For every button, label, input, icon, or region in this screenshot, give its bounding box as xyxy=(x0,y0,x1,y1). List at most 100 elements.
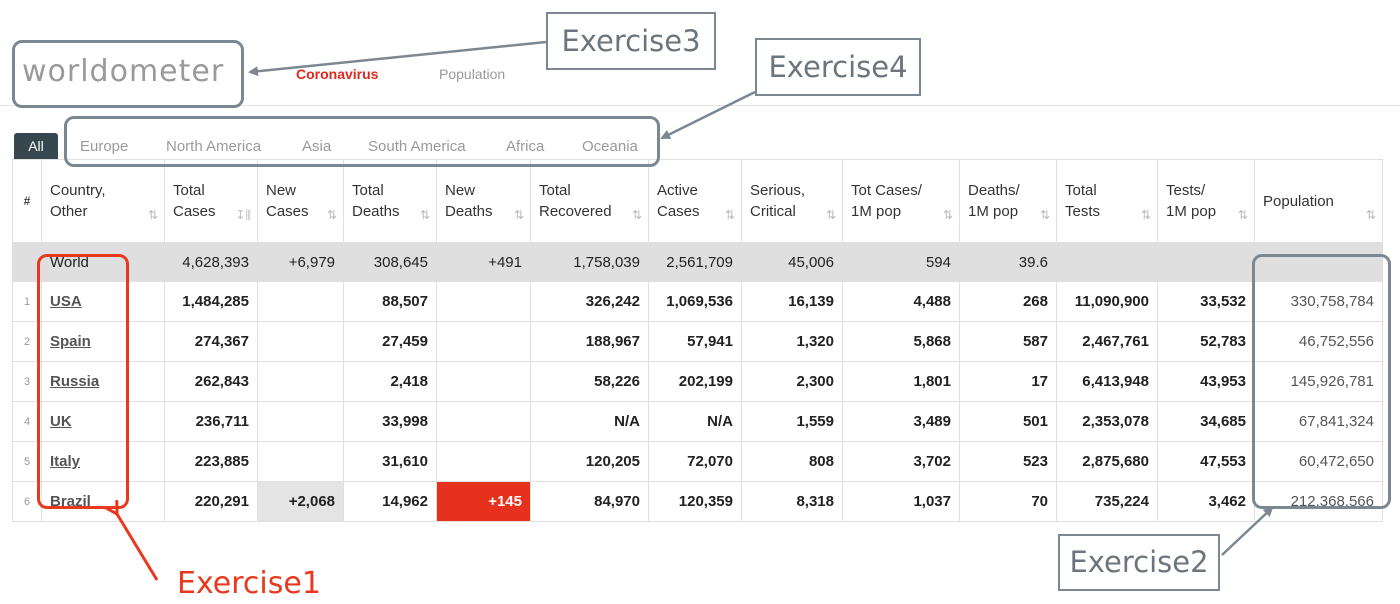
column-header-rank[interactable]: # xyxy=(12,159,42,243)
column-header-tot-cases-per-1m[interactable]: Tot Cases/1M pop ⇅ xyxy=(842,159,960,243)
column-header-serious-critical[interactable]: Serious, Critical ⇅ xyxy=(741,159,843,243)
cell-total-recovered: N/A xyxy=(530,401,649,442)
sort-icon[interactable]: ⇅ xyxy=(943,205,953,226)
cell-total-recovered: 326,242 xyxy=(530,281,649,322)
cell-tot-cases-per-1m: 1,801 xyxy=(842,361,960,402)
sort-icon[interactable]: ⇅ xyxy=(632,205,642,226)
sort-icon[interactable]: ⇅ xyxy=(514,205,524,226)
column-header-line1: Country, xyxy=(50,182,106,199)
exercise4-label: Exercise4 xyxy=(755,38,921,96)
exercise4-highlight-box xyxy=(64,116,660,167)
cell-total-cases: 4,628,393 xyxy=(164,242,258,282)
sort-icon[interactable]: ↧⫼ xyxy=(235,205,251,226)
cell-tests-per-1m: 3,462 xyxy=(1157,481,1255,522)
table-row: 4 UK 236,711 33,998 N/A N/A 1,559 3,489 501 2,353… xyxy=(12,401,1383,442)
sort-icon[interactable]: ⇅ xyxy=(1040,205,1050,226)
column-header-new-deaths[interactable]: New Deaths ⇅ xyxy=(436,159,531,243)
tab-all[interactable]: All xyxy=(14,133,58,159)
cell-tot-cases-per-1m: 3,489 xyxy=(842,401,960,442)
column-header-line2: 1M pop xyxy=(1166,203,1217,220)
column-header-line1: # xyxy=(23,193,31,208)
exercise2-highlight-box xyxy=(1252,254,1391,509)
column-header-active-cases[interactable]: Active Cases ⇅ xyxy=(648,159,742,243)
sort-icon[interactable]: ⇅ xyxy=(148,205,158,226)
sort-icon[interactable]: ⇅ xyxy=(420,205,430,226)
cell-tot-cases-per-1m: 5,868 xyxy=(842,321,960,362)
cell-total-deaths: 33,998 xyxy=(343,401,437,442)
cell-total-cases: 220,291 xyxy=(164,481,258,522)
column-header-new-cases[interactable]: New Cases ⇅ xyxy=(257,159,344,243)
cell-active-cases: 1,069,536 xyxy=(648,281,742,322)
column-header-line1: Total xyxy=(539,182,571,199)
sort-icon[interactable]: ⇅ xyxy=(1238,205,1248,226)
sort-icon[interactable]: ⇅ xyxy=(327,205,337,226)
cell-total-deaths: 27,459 xyxy=(343,321,437,362)
cell-serious-critical: 45,006 xyxy=(741,242,843,282)
cell-active-cases: 57,941 xyxy=(648,321,742,362)
column-header-population[interactable]: Population ⇅ xyxy=(1254,159,1383,243)
column-header-line1: Deaths/ xyxy=(968,182,1020,199)
cell-total-deaths: 308,645 xyxy=(343,242,437,282)
column-header-line2: Recovered xyxy=(539,203,612,220)
column-header-deaths-per-1m[interactable]: Deaths/1M pop ⇅ xyxy=(959,159,1057,243)
column-header-line2: 1M pop xyxy=(851,203,902,220)
covid-table: # Country, Other ⇅ Total Cases ↧⫼ New Cases ⇅ Tota… xyxy=(12,159,1383,522)
cell-deaths-per-1m: 17 xyxy=(959,361,1057,402)
column-header-line2: Tests xyxy=(1065,203,1101,220)
column-header-total-tests[interactable]: Total Tests ⇅ xyxy=(1056,159,1158,243)
table-row: 6 Brazil 220,291 +2,068 14,962 +145 84,970 120,… xyxy=(12,481,1383,522)
sort-icon[interactable]: ⇅ xyxy=(1141,205,1151,226)
cell-new-cases xyxy=(257,441,344,482)
cell-tests-per-1m: 34,685 xyxy=(1157,401,1255,442)
cell-total-cases: 274,367 xyxy=(164,321,258,362)
cell-tests-per-1m: 43,953 xyxy=(1157,361,1255,402)
column-header-line2: Other xyxy=(50,203,88,220)
column-header-line2: Critical xyxy=(750,203,796,220)
cell-total-tests xyxy=(1056,242,1158,282)
cell-total-deaths: 88,507 xyxy=(343,281,437,322)
cell-total-recovered: 1,758,039 xyxy=(530,242,649,282)
cell-serious-critical: 16,139 xyxy=(741,281,843,322)
cell-new-cases xyxy=(257,281,344,322)
cell-total-tests: 735,224 xyxy=(1056,481,1158,522)
sort-icon[interactable]: ⇅ xyxy=(725,205,735,226)
sort-icon[interactable]: ⇅ xyxy=(826,205,836,226)
cell-tot-cases-per-1m: 3,702 xyxy=(842,441,960,482)
column-header-line2: Deaths xyxy=(352,203,400,220)
column-header-tests-per-1m[interactable]: Tests/1M pop ⇅ xyxy=(1157,159,1255,243)
world-total-row: World 4,628,393 +6,979 308,645 +491 1,758,039… xyxy=(12,242,1383,282)
table-row: 5 Italy 223,885 31,610 120,205 72,070 808 3,702… xyxy=(12,441,1383,482)
exercise1-highlight-box xyxy=(37,254,129,509)
cell-serious-critical: 1,320 xyxy=(741,321,843,362)
table-row: 2 Spain 274,367 27,459 188,967 57,941 1,320 5,8… xyxy=(12,321,1383,362)
nav-coronavirus-link[interactable]: Coronavirus xyxy=(296,66,378,82)
cell-active-cases: 72,070 xyxy=(648,441,742,482)
exercise4-arrow xyxy=(660,90,756,140)
cell-new-deaths xyxy=(436,321,531,362)
cell-tot-cases-per-1m: 4,488 xyxy=(842,281,960,322)
column-header-total-recovered[interactable]: Total Recovered ⇅ xyxy=(530,159,649,243)
cell-total-recovered: 58,226 xyxy=(530,361,649,402)
exercise1-arrow xyxy=(117,514,159,581)
cell-total-deaths: 31,610 xyxy=(343,441,437,482)
column-header-total-cases[interactable]: Total Cases ↧⫼ xyxy=(164,159,258,243)
cell-total-tests: 6,413,948 xyxy=(1056,361,1158,402)
nav-population-link[interactable]: Population xyxy=(439,66,505,82)
cell-new-cases xyxy=(257,361,344,402)
cell-total-tests: 11,090,900 xyxy=(1056,281,1158,322)
column-header-country[interactable]: Country, Other ⇅ xyxy=(41,159,165,243)
column-header-line2: 1M pop xyxy=(968,203,1019,220)
exercise2-label: Exercise2 xyxy=(1058,534,1220,591)
cell-deaths-per-1m: 523 xyxy=(959,441,1057,482)
column-header-total-deaths[interactable]: Total Deaths ⇅ xyxy=(343,159,437,243)
cell-new-cases: +6,979 xyxy=(257,242,344,282)
column-header-line1: Tot Cases/ xyxy=(851,182,922,199)
cell-serious-critical: 8,318 xyxy=(741,481,843,522)
cell-tot-cases-per-1m: 1,037 xyxy=(842,481,960,522)
cell-new-cases xyxy=(257,321,344,362)
column-header-line1: Active xyxy=(657,182,698,199)
cell-deaths-per-1m: 70 xyxy=(959,481,1057,522)
sort-icon[interactable]: ⇅ xyxy=(1366,205,1376,226)
cell-tot-cases-per-1m: 594 xyxy=(842,242,960,282)
table-row: 3 Russia 262,843 2,418 58,226 202,199 2,300 1,8… xyxy=(12,361,1383,402)
